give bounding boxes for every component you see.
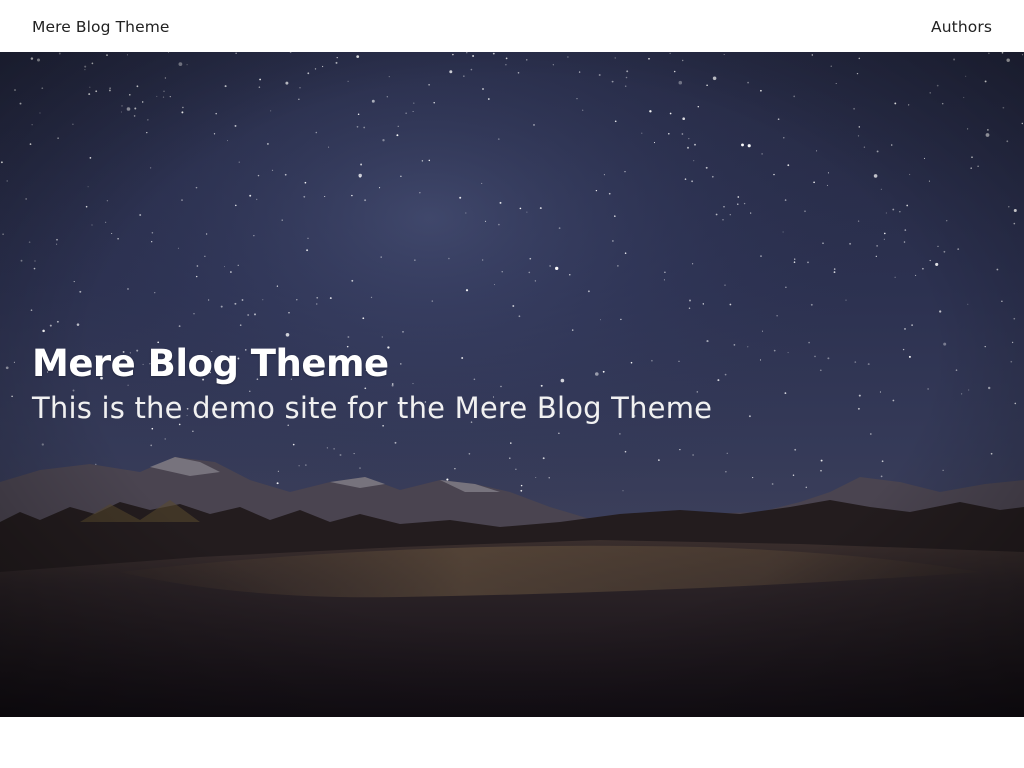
site-title-link[interactable]: Mere Blog Theme	[32, 18, 170, 36]
hero-text-block: Mere Blog Theme This is the demo site fo…	[32, 342, 712, 428]
authors-link[interactable]: Authors	[931, 18, 992, 36]
top-navigation-bar: Mere Blog Theme Authors	[0, 0, 1024, 52]
hero-subtitle: This is the demo site for the Mere Blog …	[32, 391, 713, 425]
hero-banner: Mere Blog Theme This is the demo site fo…	[0, 52, 1024, 717]
hero-title: Mere Blog Theme	[32, 342, 389, 385]
content-area	[0, 717, 1024, 768]
